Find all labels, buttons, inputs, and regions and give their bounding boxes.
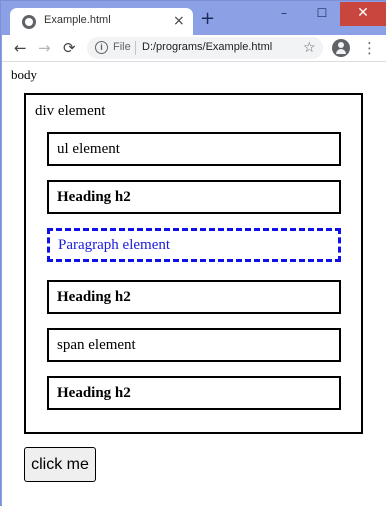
span-element-box: span element <box>47 328 341 362</box>
address-bar[interactable]: i File D:/programs/Example.html <box>87 37 323 59</box>
menu-kebab-icon[interactable]: ⋮ <box>362 38 377 58</box>
info-icon[interactable]: i <box>95 41 108 54</box>
forward-arrow-icon[interactable]: → <box>38 38 51 58</box>
back-arrow-icon[interactable]: ← <box>14 38 27 58</box>
div-label: div element <box>35 103 106 119</box>
tab-example[interactable]: Example.html × <box>10 8 193 36</box>
maximize-icon[interactable]: ☐ <box>300 2 344 26</box>
omnibox-divider <box>135 41 136 55</box>
tab-strip: Example.html × + – ☐ ✕ <box>2 2 386 36</box>
page-viewport: body div element ul element Heading h2 P… <box>2 62 386 506</box>
tab-close-icon[interactable]: × <box>173 12 185 30</box>
ul-element-box: ul element <box>47 132 341 166</box>
scheme-label: File <box>113 41 131 53</box>
body-label: body <box>11 67 37 82</box>
close-window-icon[interactable]: ✕ <box>340 2 386 26</box>
new-tab-icon[interactable]: + <box>200 8 215 30</box>
reload-icon[interactable]: ⟳ <box>63 38 76 58</box>
globe-icon <box>22 15 36 29</box>
browser-toolbar: ← → ⟳ i File D:/programs/Example.html ☆ … <box>2 35 386 61</box>
profile-avatar-icon[interactable] <box>332 39 350 57</box>
tab-title: Example.html <box>44 14 111 26</box>
click-me-button[interactable]: click me <box>24 447 96 482</box>
bookmark-star-icon[interactable]: ☆ <box>303 38 316 58</box>
heading-h2-box: Heading h2 <box>47 376 341 410</box>
paragraph-element-box: Paragraph element <box>47 228 341 262</box>
div-element-box: div element ul element Heading h2 Paragr… <box>24 93 363 434</box>
url-text[interactable]: D:/programs/Example.html <box>142 41 272 53</box>
heading-h2-box: Heading h2 <box>47 280 341 314</box>
browser-window: Example.html × + – ☐ ✕ ← → ⟳ i File D:/p… <box>0 0 386 506</box>
heading-h2-box: Heading h2 <box>47 180 341 214</box>
